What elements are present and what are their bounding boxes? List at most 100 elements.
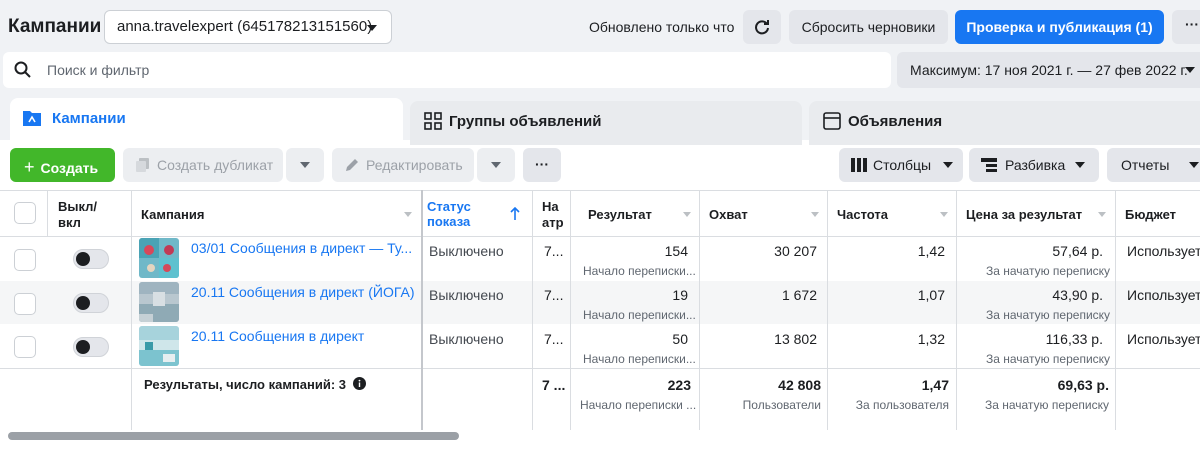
attribution-cell: 7... [544, 331, 564, 347]
folder-icon [23, 111, 41, 126]
columns-button[interactable]: Столбцы [839, 148, 963, 182]
horizontal-scrollbar[interactable] [8, 432, 459, 440]
date-range-selector[interactable]: Максимум: 17 ноя 2021 г. — 27 фев 2022 г… [897, 52, 1200, 88]
cost-type: За начатую переписку [986, 308, 1111, 322]
account-name: anna.travelexpert (645178213151560) [117, 18, 373, 35]
tab-campaigns[interactable]: Кампании [10, 98, 403, 148]
grid-icon [424, 112, 442, 130]
column-header-campaign[interactable]: Кампания [141, 207, 204, 222]
chevron-down-icon [943, 162, 953, 168]
page-title: Кампании [8, 16, 102, 37]
breakdown-icon [981, 158, 997, 172]
row-checkbox[interactable] [14, 336, 36, 358]
cost-cell: 116,33 р. [1045, 331, 1103, 347]
refresh-icon [755, 20, 769, 35]
frequency-cell: 1,07 [917, 287, 945, 303]
row-checkbox[interactable] [14, 249, 36, 271]
edit-dropdown[interactable] [477, 148, 515, 182]
cost-type: За начатую переписку [986, 352, 1111, 366]
column-header-budget[interactable]: Бюджет [1125, 207, 1176, 222]
cost-cell: 43,90 р. [1052, 287, 1103, 303]
column-header-cost[interactable]: Цена за результат [966, 207, 1082, 222]
toolbar-more-button[interactable]: ··· [523, 148, 561, 182]
result-type: Начало переписки... [583, 352, 696, 366]
duplicate-dropdown[interactable] [286, 148, 324, 182]
column-header-result[interactable]: Результат [588, 207, 652, 222]
totals-frequency-type: За пользователя [855, 398, 949, 412]
totals-result: 223 [667, 377, 691, 393]
result-cell: 50 [672, 331, 688, 347]
chevron-down-icon [367, 25, 377, 31]
date-range-label: Максимум: 17 ноя 2021 г. — 27 фев 2022 г… [910, 62, 1188, 78]
column-header-attribution[interactable]: На атр [542, 199, 568, 231]
totals-reach-type: Пользователи [742, 398, 821, 412]
budget-cell: Использует [1127, 243, 1200, 259]
ad-icon [823, 112, 841, 130]
attribution-cell: 7... [544, 287, 564, 303]
sort-icon [404, 212, 412, 217]
reach-cell: 30 207 [774, 243, 817, 259]
budget-cell: Использует [1127, 331, 1200, 347]
campaign-name-link[interactable]: 20.11 Сообщения в директ [191, 328, 364, 344]
campaign-name-link[interactable]: 20.11 Сообщения в директ (ЙОГА) [191, 284, 415, 300]
more-options-button[interactable]: ··· [1172, 10, 1200, 44]
result-cell: 154 [664, 243, 688, 259]
sort-icon [811, 212, 819, 217]
totals-label: Результаты, число кампаний: 3 [144, 377, 347, 392]
create-button[interactable]: + Создать [10, 148, 115, 182]
search-input[interactable]: Поиск и фильтр [47, 62, 149, 78]
totals-result-type: Начало переписки ... [580, 398, 697, 412]
campaign-toggle[interactable] [73, 249, 109, 269]
status-cell: Выключено [429, 331, 504, 347]
campaigns-table: Выкл/вкл Кампания Статус показа На атр Рез… [0, 190, 1200, 430]
result-type: Начало переписки... [583, 264, 696, 278]
status-cell: Выключено [429, 243, 504, 259]
account-selector[interactable]: anna.travelexpert (645178213151560) [104, 10, 392, 44]
campaign-toggle[interactable] [73, 293, 109, 313]
frequency-cell: 1,42 [917, 243, 945, 259]
refresh-button[interactable] [743, 10, 781, 44]
tab-label: Кампании [52, 110, 126, 127]
cost-cell: 57,64 р. [1052, 243, 1103, 259]
tab-ads[interactable]: Объявления [809, 101, 1200, 145]
reset-drafts-button[interactable]: Сбросить черновики [789, 10, 948, 44]
budget-cell: Использует [1127, 287, 1200, 303]
pencil-icon [346, 159, 358, 171]
totals-cost: 69,63 р. [1057, 377, 1109, 393]
info-icon[interactable] [353, 377, 366, 390]
search-filter-bar[interactable]: Поиск и фильтр [3, 52, 891, 88]
sort-icon [940, 212, 948, 217]
column-header-reach[interactable]: Охват [709, 207, 748, 222]
breakdown-button[interactable]: Разбивка [969, 148, 1099, 182]
chevron-down-icon [1189, 162, 1199, 168]
column-header-status[interactable]: Статус показа [427, 199, 471, 229]
campaign-thumbnail [139, 238, 179, 278]
campaign-name-link[interactable]: 03/01 Сообщения в директ — Ту... [191, 240, 419, 256]
tab-ad-sets[interactable]: Группы объявлений [410, 101, 802, 145]
campaign-toggle[interactable] [73, 337, 109, 357]
chevron-down-icon [491, 162, 501, 168]
reach-cell: 1 672 [781, 287, 817, 303]
totals-attribution: 7 ... [542, 377, 566, 393]
select-all-checkbox[interactable] [14, 202, 36, 224]
columns-icon [851, 158, 867, 172]
column-header-toggle[interactable]: Выкл/вкл [58, 199, 97, 231]
duplicate-button[interactable]: Создать дубликат [123, 148, 283, 182]
search-icon [14, 61, 31, 78]
row-checkbox[interactable] [14, 293, 36, 315]
chevron-down-icon [1185, 67, 1195, 73]
frequency-cell: 1,32 [917, 331, 945, 347]
reach-cell: 13 802 [774, 331, 817, 347]
result-cell: 19 [672, 287, 688, 303]
column-header-frequency[interactable]: Частота [837, 207, 888, 222]
totals-frequency: 1,47 [921, 377, 949, 393]
edit-button[interactable]: Редактировать [332, 148, 474, 182]
tab-label: Группы объявлений [449, 113, 602, 130]
cost-type: За начатую переписку [986, 264, 1111, 278]
review-publish-button[interactable]: Проверка и публикация (1) [955, 10, 1164, 44]
result-type: Начало переписки... [583, 308, 696, 322]
campaign-thumbnail [139, 326, 179, 366]
totals-cost-type: За начатую переписку [984, 398, 1109, 412]
reports-button[interactable]: Отчеты [1107, 148, 1200, 182]
campaign-thumbnail [139, 282, 179, 322]
